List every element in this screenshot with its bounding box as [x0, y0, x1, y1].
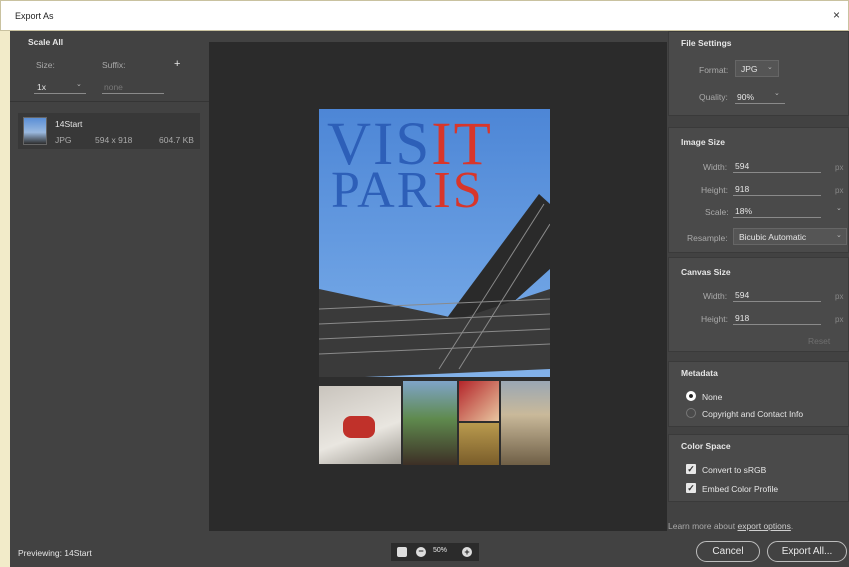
- resample-dropdown[interactable]: Bicubic Automatic ⌄: [733, 228, 847, 245]
- embed-profile-label[interactable]: Embed Color Profile: [702, 484, 778, 494]
- file-settings-heading: File Settings: [681, 38, 732, 48]
- suffix-input[interactable]: none: [104, 82, 123, 92]
- canvas-size-panel: Canvas Size Width: 594 px Height: 918 px…: [668, 257, 849, 352]
- canvas-height-input[interactable]: 918: [735, 313, 749, 323]
- size-underline: [34, 93, 86, 94]
- convert-srgb-checkbox[interactable]: ✓: [686, 464, 696, 474]
- scooter-photo: [319, 386, 401, 464]
- color-space-heading: Color Space: [681, 441, 731, 451]
- file-settings-panel: File Settings Format: JPG ⌄ Quality: 90%…: [668, 31, 849, 116]
- metadata-copyright-label[interactable]: Copyright and Contact Info: [702, 409, 803, 419]
- quality-underline: [735, 103, 785, 104]
- cathedral-photo: [501, 381, 550, 465]
- width-unit: px: [835, 163, 844, 172]
- canvas-width-input[interactable]: 594: [735, 290, 749, 300]
- asset-name: 14Start: [55, 119, 83, 129]
- export-all-button[interactable]: Export All...: [767, 541, 847, 562]
- asset-format: JPG: [55, 135, 72, 145]
- metadata-none-radio[interactable]: [686, 391, 696, 401]
- quality-value[interactable]: 90%: [737, 92, 754, 102]
- scale-chevron-icon[interactable]: ⌄: [836, 204, 842, 212]
- suffix-label: Suffix:: [102, 60, 126, 70]
- poster-preview: VISIT PARIS: [319, 109, 550, 465]
- painting-photo: [459, 423, 499, 465]
- width-input[interactable]: 594: [735, 161, 749, 171]
- reset-button[interactable]: Reset: [808, 336, 830, 346]
- asset-filesize: 604.7 KB: [159, 135, 194, 145]
- export-options-link[interactable]: export options: [737, 521, 790, 531]
- quality-chevron-icon[interactable]: ⌄: [774, 89, 780, 97]
- couple-photo: [403, 381, 457, 465]
- metadata-copyright-radio[interactable]: [686, 408, 696, 418]
- scale-all-heading: Scale All: [28, 37, 64, 47]
- format-dropdown[interactable]: JPG ⌄: [735, 60, 779, 77]
- zoom-in-icon[interactable]: +: [462, 547, 472, 557]
- scale-underline: [733, 217, 821, 218]
- image-size-panel: Image Size Width: 594 px Height: 918 px …: [668, 127, 849, 253]
- add-scale-icon[interactable]: +: [174, 58, 180, 70]
- zoom-out-icon[interactable]: −: [416, 547, 426, 557]
- size-dropdown[interactable]: 1x: [37, 82, 46, 92]
- size-label: Size:: [36, 60, 55, 70]
- market-photo: [459, 381, 499, 421]
- scale-label: Scale:: [705, 207, 729, 217]
- suffix-underline: [102, 93, 164, 94]
- learn-more-text: Learn more about export options.: [668, 521, 794, 531]
- canvas-height-underline: [733, 324, 821, 325]
- canvas-size-heading: Canvas Size: [681, 267, 731, 277]
- quality-label: Quality:: [699, 92, 728, 102]
- previewing-status: Previewing: 14Start: [18, 548, 92, 558]
- window-title: Export As: [15, 11, 54, 21]
- resample-label: Resample:: [687, 233, 728, 243]
- metadata-none-label[interactable]: None: [702, 392, 722, 402]
- format-chevron-icon: ⌄: [767, 64, 773, 71]
- canvas-width-label: Width:: [703, 291, 728, 301]
- height-input[interactable]: 918: [735, 184, 749, 194]
- width-label: Width:: [703, 162, 728, 172]
- title-bar: Export As ×: [0, 0, 849, 31]
- width-underline: [733, 172, 821, 173]
- fit-screen-icon[interactable]: [397, 547, 407, 557]
- close-icon[interactable]: ×: [833, 8, 840, 22]
- metadata-panel: Metadata None Copyright and Contact Info: [668, 361, 849, 427]
- asset-thumbnail: [23, 117, 47, 145]
- height-underline: [733, 195, 821, 196]
- height-label: Height:: [701, 185, 728, 195]
- cancel-button[interactable]: Cancel: [696, 541, 760, 562]
- zoom-level[interactable]: 50%: [433, 547, 447, 554]
- export-dialog: Scale All Size: Suffix: + 1x ⌄ none 14St…: [10, 31, 849, 567]
- size-chevron-icon[interactable]: ⌄: [76, 80, 82, 88]
- canvas-height-label: Height:: [701, 314, 728, 324]
- convert-srgb-label[interactable]: Convert to sRGB: [702, 465, 766, 475]
- color-space-panel: Color Space ✓ Convert to sRGB ✓ Embed Co…: [668, 434, 849, 502]
- format-value: JPG: [741, 64, 758, 74]
- format-label: Format:: [699, 65, 729, 75]
- asset-row[interactable]: 14Start JPG 594 x 918 604.7 KB: [18, 113, 200, 149]
- embed-profile-checkbox[interactable]: ✓: [686, 483, 696, 493]
- asset-dimensions: 594 x 918: [95, 135, 133, 145]
- image-size-heading: Image Size: [681, 137, 725, 147]
- metadata-heading: Metadata: [681, 368, 718, 378]
- canvas-height-unit: px: [835, 315, 844, 324]
- scale-input[interactable]: 18%: [735, 206, 752, 216]
- divider: [10, 101, 209, 102]
- canvas-width-unit: px: [835, 292, 844, 301]
- canvas-width-underline: [733, 301, 821, 302]
- resample-chevron-icon: ⌄: [836, 232, 842, 239]
- height-unit: px: [835, 186, 844, 195]
- resample-value: Bicubic Automatic: [739, 232, 807, 242]
- zoom-controls: − 50% +: [391, 543, 479, 561]
